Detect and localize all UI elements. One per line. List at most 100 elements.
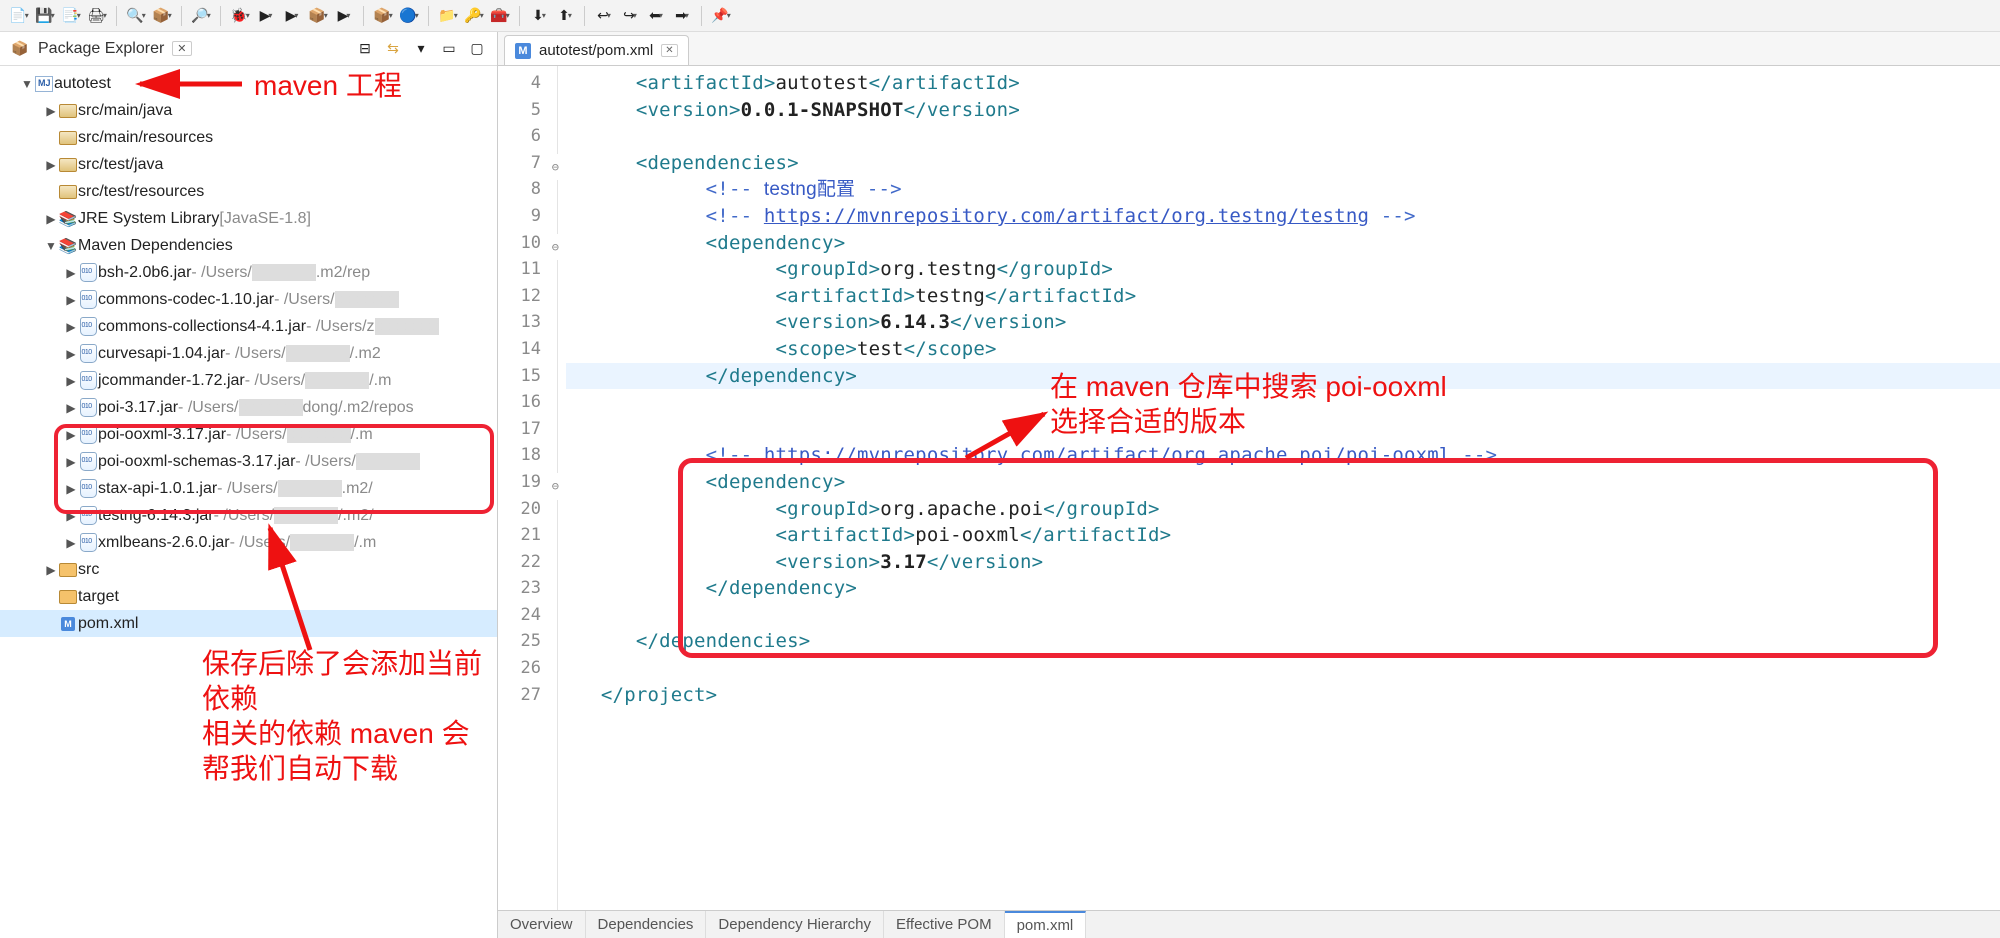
code-line-17[interactable] xyxy=(566,416,2000,443)
line-number[interactable]: 5 xyxy=(498,97,557,124)
line-number[interactable]: 24 xyxy=(498,602,557,629)
tree-jar-10[interactable]: ▶xmlbeans-2.6.0.jar - /Users/xxxxxxxx/.m xyxy=(0,529,497,556)
line-number[interactable]: 11 xyxy=(498,256,557,283)
link-editor-icon[interactable]: ⇆ xyxy=(383,39,403,59)
tree-src-main-res[interactable]: src/main/resources xyxy=(0,124,497,151)
code-line-24[interactable] xyxy=(566,602,2000,629)
toolbar-button-11[interactable]: ▶▾ xyxy=(333,5,355,27)
code-line-19[interactable]: <dependency> xyxy=(566,469,2000,496)
code-line-12[interactable]: <artifactId>testng</artifactId> xyxy=(566,283,2000,310)
code-line-8[interactable]: <!-- testng配置 --> xyxy=(566,176,2000,203)
tree-target-folder[interactable]: target xyxy=(0,583,497,610)
toolbar-button-0[interactable]: 📄▾ xyxy=(8,5,30,27)
line-number[interactable]: 13 xyxy=(498,309,557,336)
bottom-tab-overview[interactable]: Overview xyxy=(498,911,586,938)
toolbar-button-8[interactable]: ▶▾ xyxy=(255,5,277,27)
code-line-16[interactable] xyxy=(566,389,2000,416)
bottom-tab-dependencies[interactable]: Dependencies xyxy=(586,911,707,938)
code-line-23[interactable]: </dependency> xyxy=(566,575,2000,602)
code-line-26[interactable] xyxy=(566,655,2000,682)
collapse-all-icon[interactable]: ⊟ xyxy=(355,39,375,59)
code-line-15[interactable]: </dependency> xyxy=(566,363,2000,390)
line-number[interactable]: 23 xyxy=(498,575,557,602)
close-tab-icon[interactable]: ✕ xyxy=(661,44,677,57)
code-line-18[interactable]: <!-- https://mvnrepository.com/artifact/… xyxy=(566,442,2000,469)
code-line-10[interactable]: <dependency> xyxy=(566,230,2000,257)
code-line-9[interactable]: <!-- https://mvnrepository.com/artifact/… xyxy=(566,203,2000,230)
tree-jar-9[interactable]: ▶testng-6.14.3.jar - /Users/xxxxxxxx/.m2… xyxy=(0,502,497,529)
toolbar-button-16[interactable]: 🧰▾ xyxy=(489,5,511,27)
toolbar-button-3[interactable]: 🖨▾ xyxy=(86,5,108,27)
code-line-14[interactable]: <scope>test</scope> xyxy=(566,336,2000,363)
line-number[interactable]: 10 xyxy=(498,230,557,257)
code-editor[interactable]: <artifactId>autotest</artifactId> <versi… xyxy=(558,66,2000,910)
line-number[interactable]: 17 xyxy=(498,416,557,443)
toolbar-button-6[interactable]: 🔎▾ xyxy=(190,5,212,27)
close-view-button[interactable]: ✕ xyxy=(172,41,191,56)
line-number[interactable]: 4 xyxy=(498,70,557,97)
line-number[interactable]: 26 xyxy=(498,655,557,682)
tree-jar-4[interactable]: ▶jcommander-1.72.jar - /Users/xxxxxxxx/.… xyxy=(0,367,497,394)
toolbar-button-7[interactable]: 🐞▾ xyxy=(229,5,251,27)
minimize-icon[interactable]: ▭ xyxy=(439,39,459,59)
tree-jar-1[interactable]: ▶commons-codec-1.10.jar - /Users/xxxxxxx… xyxy=(0,286,497,313)
toolbar-button-5[interactable]: 📦▾ xyxy=(151,5,173,27)
toolbar-button-9[interactable]: ▶▾ xyxy=(281,5,303,27)
code-line-6[interactable] xyxy=(566,123,2000,150)
code-line-27[interactable]: </project> xyxy=(566,682,2000,709)
line-number[interactable]: 6 xyxy=(498,123,557,150)
tree-jar-0[interactable]: ▶bsh-2.0b6.jar - /Users/xxxxxxxx.m2/rep xyxy=(0,259,497,286)
tree-jar-8[interactable]: ▶stax-api-1.0.1.jar - /Users/xxxxxxxx.m2… xyxy=(0,475,497,502)
toolbar-button-12[interactable]: 📦▾ xyxy=(372,5,394,27)
code-line-5[interactable]: <version>0.0.1-SNAPSHOT</version> xyxy=(566,97,2000,124)
line-number[interactable]: 15 xyxy=(498,363,557,390)
line-number[interactable]: 25 xyxy=(498,628,557,655)
line-number[interactable]: 16 xyxy=(498,389,557,416)
maximize-icon[interactable]: ▢ xyxy=(467,39,487,59)
line-number[interactable]: 12 xyxy=(498,283,557,310)
code-line-13[interactable]: <version>6.14.3</version> xyxy=(566,309,2000,336)
toolbar-button-2[interactable]: 📑▾ xyxy=(60,5,82,27)
tree-jar-6[interactable]: ▶poi-ooxml-3.17.jar - /Users/xxxxxxxx/.m xyxy=(0,421,497,448)
line-number[interactable]: 8 xyxy=(498,176,557,203)
tree-jar-5[interactable]: ▶poi-3.17.jar - /Users/xxxxxxxxdong/.m2/… xyxy=(0,394,497,421)
tree-src-main-java[interactable]: ▶src/main/java xyxy=(0,97,497,124)
toolbar-button-4[interactable]: 🔍▾ xyxy=(125,5,147,27)
tree-src-test-res[interactable]: src/test/resources xyxy=(0,178,497,205)
editor-tab-pom[interactable]: M autotest/pom.xml ✕ xyxy=(504,35,689,65)
toolbar-button-22[interactable]: ➡▾ xyxy=(671,5,693,27)
toolbar-button-23[interactable]: 📌▾ xyxy=(710,5,732,27)
code-line-4[interactable]: <artifactId>autotest</artifactId> xyxy=(566,70,2000,97)
toolbar-button-21[interactable]: ⬅▾ xyxy=(645,5,667,27)
tree-jre[interactable]: ▶📚JRE System Library [JavaSE-1.8] xyxy=(0,205,497,232)
line-number[interactable]: 14 xyxy=(498,336,557,363)
tree-project[interactable]: ▼MJautotest xyxy=(0,70,497,97)
code-line-21[interactable]: <artifactId>poi-ooxml</artifactId> xyxy=(566,522,2000,549)
toolbar-button-18[interactable]: ⬆▾ xyxy=(554,5,576,27)
toolbar-button-1[interactable]: 💾▾ xyxy=(34,5,56,27)
tree-src-test-java[interactable]: ▶src/test/java xyxy=(0,151,497,178)
tree-jar-3[interactable]: ▶curvesapi-1.04.jar - /Users/xxxxxxxx/.m… xyxy=(0,340,497,367)
tree-src-folder[interactable]: ▶src xyxy=(0,556,497,583)
line-number[interactable]: 22 xyxy=(498,549,557,576)
line-number[interactable]: 27 xyxy=(498,682,557,709)
toolbar-button-10[interactable]: 📦▾ xyxy=(307,5,329,27)
toolbar-button-20[interactable]: ↪▾ xyxy=(619,5,641,27)
toolbar-button-14[interactable]: 📁▾ xyxy=(437,5,459,27)
code-line-20[interactable]: <groupId>org.apache.poi</groupId> xyxy=(566,496,2000,523)
line-number[interactable]: 7 xyxy=(498,150,557,177)
line-number[interactable]: 20 xyxy=(498,496,557,523)
tree-pom[interactable]: Mpom.xml xyxy=(0,610,497,637)
project-tree[interactable]: ▼MJautotest▶src/main/javasrc/main/resour… xyxy=(0,66,497,938)
toolbar-button-13[interactable]: 🔵▾ xyxy=(398,5,420,27)
bottom-tab-dependency-hierarchy[interactable]: Dependency Hierarchy xyxy=(706,911,884,938)
bottom-tab-pom.xml[interactable]: pom.xml xyxy=(1005,911,1087,938)
tree-jar-2[interactable]: ▶commons-collections4-4.1.jar - /Users/z… xyxy=(0,313,497,340)
code-line-25[interactable]: </dependencies> xyxy=(566,628,2000,655)
code-line-22[interactable]: <version>3.17</version> xyxy=(566,549,2000,576)
code-line-11[interactable]: <groupId>org.testng</groupId> xyxy=(566,256,2000,283)
toolbar-button-15[interactable]: 🔑▾ xyxy=(463,5,485,27)
toolbar-button-17[interactable]: ⬇▾ xyxy=(528,5,550,27)
line-number[interactable]: 9 xyxy=(498,203,557,230)
toolbar-button-19[interactable]: ↩▾ xyxy=(593,5,615,27)
